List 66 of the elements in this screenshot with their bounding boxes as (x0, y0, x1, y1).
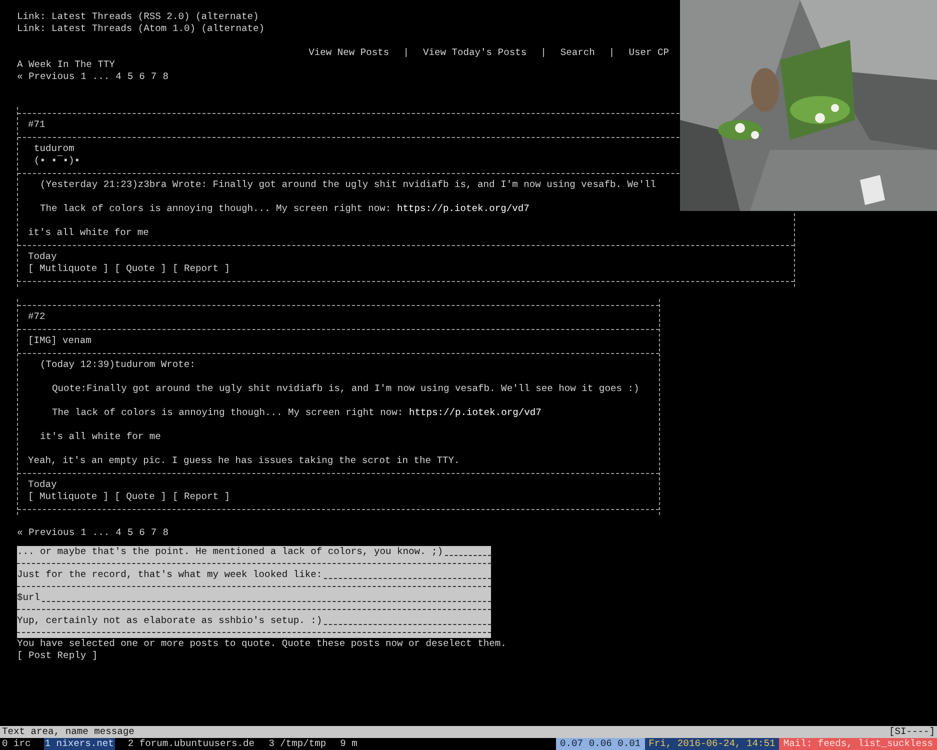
feed-link[interactable]: Link: Latest Threads (Atom 1.0) (alternate) (17, 23, 265, 35)
page-link[interactable]: 8 (162, 71, 168, 83)
page-link[interactable]: 7 (150, 71, 157, 83)
nav-separator: | (608, 47, 615, 59)
nav-link[interactable]: View Today's Posts (422, 47, 527, 59)
page-ellipsis: ... (92, 71, 110, 83)
page-link[interactable]: 5 (127, 527, 134, 539)
window-tab[interactable]: 3 /tmp/tmp (268, 738, 328, 750)
reply-line-text: Just for the record, that's what my week looked like: (17, 569, 322, 581)
previous-link[interactable]: « Previous (17, 71, 75, 83)
reply-text: it's all white for me (28, 227, 149, 239)
reply-line-text: $url (17, 592, 40, 604)
mode-indicator: [SI----] (888, 726, 935, 738)
quote-text: The lack of colors is annoying though... My screen right now: https://p.iotek.org/vd7 (40, 203, 530, 215)
window-tab[interactable]: 9 m (339, 738, 358, 750)
page-link[interactable]: 6 (139, 527, 145, 539)
reply-line-text: ... or maybe that's the point. He mentioned a lack of colors, you know. ;) (17, 546, 444, 558)
feed-link[interactable]: Link: Latest Threads (RSS 2.0) (alternate) (17, 11, 259, 23)
message-text: Text area, name message (2, 726, 134, 738)
nav-separator: | (540, 47, 546, 59)
author-name[interactable]: [IMG] venam (28, 335, 92, 347)
author-name[interactable]: tudurom (34, 143, 74, 155)
page-link[interactable]: 5 (127, 71, 134, 83)
window-tab[interactable]: 1 nixers.net (44, 738, 115, 750)
post-action-link[interactable]: [ Report ] (172, 491, 230, 503)
post-number: #72 (28, 311, 46, 323)
quote-text: it's all white for me (40, 431, 161, 443)
user-title: (▪ ▪¯▪)▪ (34, 155, 80, 167)
post-action-link[interactable]: [ Mutliquote ] (28, 263, 109, 275)
page-ellipsis: ... (92, 527, 110, 539)
page-link[interactable]: 7 (150, 527, 157, 539)
status-segment: Mail: feeds, list_suckless (779, 738, 937, 750)
thread-title: A Week In The TTY (17, 59, 115, 71)
post-action-link[interactable]: [ Mutliquote ] (28, 491, 109, 503)
window-tab[interactable]: 2 forum.ubuntuusers.de (126, 738, 256, 750)
url-link[interactable]: https://p.iotek.org/vd7 (408, 407, 542, 418)
nav-link[interactable]: User CP (628, 47, 669, 59)
window-tab[interactable]: 0 irc (1, 738, 32, 750)
page-link[interactable]: 4 (116, 527, 122, 539)
url-link[interactable]: https://p.iotek.org/vd7 (396, 203, 530, 214)
page-link[interactable]: 4 (116, 71, 122, 83)
reply-text: Yeah, it's an empty pic. I guess he has issues taking the scrot in the TTY. (28, 455, 460, 467)
quote-text: Quote:Finally got around the ugly shit nvidiafb is, and I'm now using vesafb. We'll see how it goes :) (52, 383, 640, 395)
page-link[interactable]: 1 (80, 71, 86, 83)
quote-text: The lack of colors is annoying though... My screen right now: https://p.iotek.org/vd7 (52, 407, 542, 419)
page-link[interactable]: 6 (139, 71, 145, 83)
post-action-link[interactable]: [ Quote ] (114, 263, 166, 275)
post-number: #71 (28, 119, 46, 131)
status-segment: Fri, 2016-06-24, 14:51 (644, 738, 780, 750)
nav-link[interactable]: View New Posts (308, 47, 390, 59)
post-action-link[interactable]: [ Report ] (172, 263, 230, 275)
reply-line-text: Yup, certainly not as elaborate as sshbio's setup. :) (17, 615, 322, 627)
post-action-link[interactable]: [ Quote ] (114, 491, 166, 503)
quote-notice: You have selected one or more posts to quote. Quote these posts now or deselect them. (17, 638, 506, 650)
post-reply-button[interactable]: [ Post Reply ] (17, 650, 98, 662)
quote-text: (Today 12:39)tudurom Wrote: (40, 359, 196, 371)
page-link[interactable]: 1 (80, 527, 86, 539)
nav-separator: | (403, 47, 409, 59)
page-link[interactable]: 8 (162, 527, 168, 539)
previous-link[interactable]: « Previous (17, 527, 75, 539)
post-date: Today (28, 251, 57, 263)
status-segment: 0.07 0.06 0.01 (556, 738, 645, 750)
quote-text: (Yesterday 21:23)z3bra Wrote: Finally got around the ugly shit nvidiafb is, and I'm now using vesafb. We'll (40, 179, 656, 191)
nav-link[interactable]: Search (560, 47, 595, 59)
post-date: Today (28, 479, 57, 491)
reply-field[interactable]: ... or maybe that's the point. He mentioned a lack of colors, you know. ;) Just for the record, that's what my week looked like: $url Yup, certainly not as elaborate as sshbio's setup. :) (17, 546, 491, 638)
